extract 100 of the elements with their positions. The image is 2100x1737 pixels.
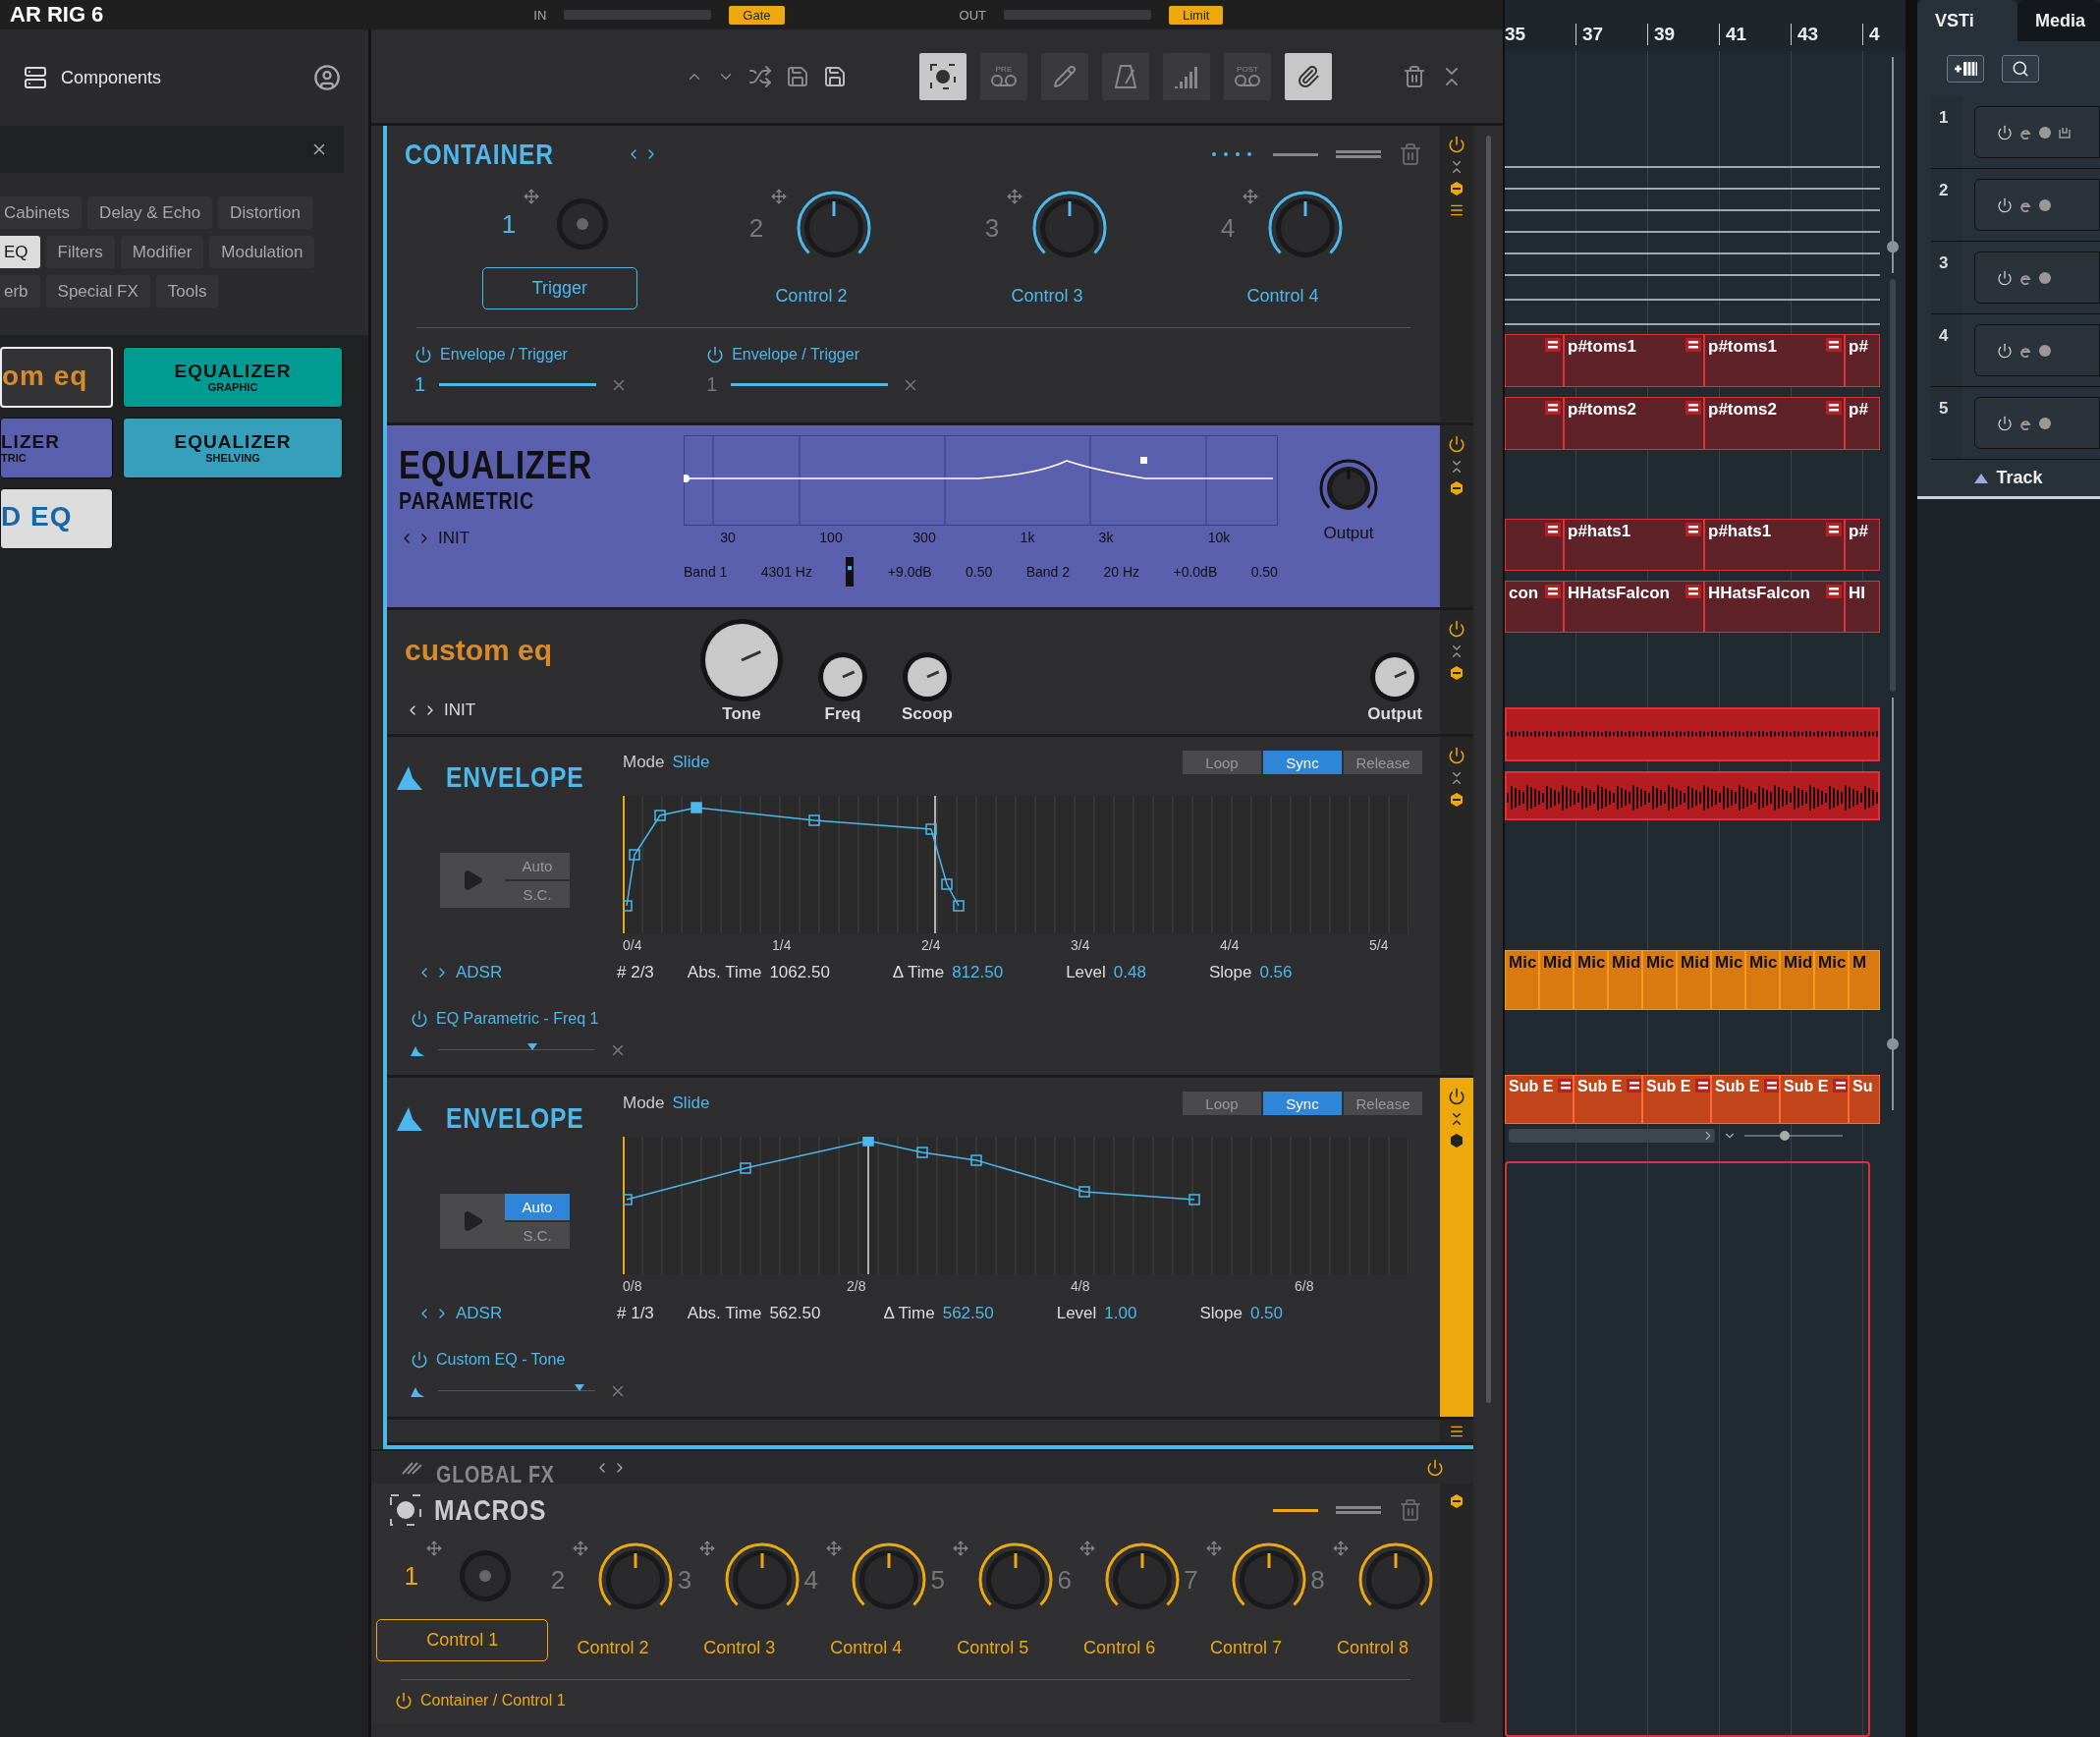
trigger-button[interactable]: Auto — [505, 853, 570, 879]
midi-clip[interactable]: Sub E — [1780, 1075, 1849, 1124]
module-tile[interactable]: EQUALIZER GRAPHIC — [123, 347, 343, 408]
midi-clip[interactable]: p#toms2 — [1564, 397, 1704, 450]
midi-clip[interactable]: Sub E — [1642, 1075, 1711, 1124]
menu-icon[interactable] — [1449, 202, 1464, 218]
band-parameter[interactable]: 0.50 — [1250, 564, 1278, 580]
knob[interactable] — [817, 651, 868, 702]
power-icon[interactable] — [1997, 342, 2013, 359]
midi-clip[interactable]: HI — [1845, 581, 1880, 633]
search-field[interactable] — [0, 126, 344, 173]
power-icon[interactable] — [411, 1351, 428, 1369]
trigger-button[interactable]: S.C. — [505, 881, 570, 908]
move-icon[interactable] — [1243, 189, 1259, 204]
move-icon[interactable] — [826, 1541, 843, 1556]
search-button[interactable] — [2002, 55, 2039, 83]
category-tag[interactable]: Cabinets — [0, 196, 83, 229]
toolbar-toggle[interactable]: POST — [1224, 52, 1271, 100]
power-icon[interactable] — [706, 346, 725, 364]
modulation-source[interactable]: Container / Control 1 — [420, 1692, 566, 1709]
midi-clip[interactable]: Mic — [1505, 950, 1539, 1010]
module-tile[interactable]: EQUALIZER SHELVING — [123, 418, 343, 478]
vertical-slider[interactable] — [1886, 57, 1900, 273]
eq-curve-graph[interactable] — [684, 435, 1278, 526]
knob[interactable] — [1369, 651, 1421, 702]
instrument-slot[interactable] — [1974, 179, 2100, 231]
mode-button[interactable]: Release — [1344, 1092, 1422, 1115]
category-tag[interactable]: Distortion — [218, 196, 312, 229]
hexagon-icon[interactable] — [1449, 792, 1464, 808]
move-icon[interactable] — [425, 1541, 442, 1556]
field-value[interactable]: 0.50 — [1249, 1304, 1283, 1323]
control-label[interactable]: Control 6 — [1063, 1627, 1177, 1669]
mode-button[interactable]: Sync — [1263, 1092, 1342, 1115]
power-icon[interactable] — [1997, 124, 2013, 140]
toolbar-toggle[interactable] — [1041, 52, 1088, 100]
midi-clip[interactable]: p# — [1845, 519, 1880, 571]
panel-tab[interactable]: Media — [2017, 0, 2100, 41]
delete-icon[interactable] — [1403, 64, 1426, 88]
power-icon[interactable] — [1448, 136, 1465, 153]
band-parameter[interactable]: Band 1 — [684, 564, 728, 580]
move-icon[interactable] — [771, 189, 788, 204]
layout-icon[interactable] — [1336, 1505, 1381, 1515]
module-tile[interactable]: om eq — [0, 347, 113, 408]
toolbar-toggle[interactable]: PRE — [980, 52, 1027, 100]
category-tag[interactable]: Delay & Echo — [87, 196, 213, 229]
band-parameter[interactable]: 0.50 — [966, 564, 993, 580]
power-icon[interactable] — [1426, 1458, 1444, 1477]
toolbar-toggle[interactable] — [1285, 52, 1332, 100]
move-icon[interactable] — [573, 1541, 589, 1556]
midi-clip[interactable]: Sub E — [1711, 1075, 1780, 1124]
field-value[interactable]: 562.50 — [769, 1304, 821, 1323]
layout-icon[interactable] — [1273, 1507, 1318, 1513]
module-tile[interactable]: LIZER TRIC — [0, 418, 113, 478]
knob[interactable] — [902, 651, 953, 702]
power-icon[interactable] — [411, 1010, 428, 1028]
move-icon[interactable] — [1078, 1541, 1095, 1556]
power-icon[interactable] — [414, 346, 432, 364]
power-icon[interactable] — [1997, 269, 2013, 286]
midi-clip[interactable]: Mic — [1711, 950, 1745, 1010]
band-parameter[interactable]: 20 Hz — [1103, 564, 1140, 580]
mode-button[interactable]: Loop — [1183, 1092, 1261, 1115]
menu-icon[interactable] — [1449, 1424, 1464, 1439]
field-value[interactable]: 1062.50 — [769, 963, 830, 982]
category-tag[interactable]: Modulation — [209, 236, 315, 268]
track-button[interactable]: Track — [1917, 460, 2100, 499]
modulation-amount[interactable]: 1 — [414, 373, 426, 396]
power-icon[interactable] — [1448, 747, 1465, 764]
hexagon-icon[interactable] — [1449, 1493, 1464, 1509]
mode-value[interactable]: Slide — [672, 753, 710, 772]
slider-marker[interactable] — [527, 1043, 537, 1051]
mode-button[interactable]: Sync — [1263, 751, 1342, 774]
move-icon[interactable] — [699, 1541, 716, 1556]
mode-value[interactable]: Slide — [672, 1093, 710, 1113]
preset-name[interactable]: INIT — [438, 529, 470, 548]
scrollbar[interactable] — [1485, 136, 1491, 1403]
midi-clip[interactable]: Mic — [1642, 950, 1677, 1010]
gate-button[interactable]: Gate — [729, 5, 785, 25]
freeze-icon[interactable] — [2038, 197, 2052, 212]
instrument-slot[interactable] — [1974, 324, 2100, 376]
midi-clip[interactable]: Mic — [1574, 950, 1608, 1010]
field-value[interactable]: 1.00 — [1104, 1304, 1137, 1323]
control-label[interactable]: Control 1 — [376, 1619, 549, 1661]
midi-clip[interactable]: Mid — [1539, 950, 1574, 1010]
preset-name[interactable]: ADSR — [456, 1304, 503, 1323]
limit-button[interactable]: Limit — [1169, 5, 1224, 25]
freeze-icon[interactable] — [2038, 125, 2052, 140]
hexagon-icon[interactable] — [1449, 480, 1464, 496]
shuffle-icon[interactable] — [748, 64, 772, 88]
midi-clip[interactable]: HHatsFalcon — [1564, 581, 1704, 633]
category-tag[interactable]: Modifier — [120, 236, 204, 268]
toolbar-toggle[interactable] — [919, 52, 967, 100]
modulation-source[interactable]: Envelope / Trigger — [440, 346, 568, 364]
power-icon[interactable] — [395, 1692, 413, 1709]
input-meter[interactable] — [564, 10, 712, 20]
field-value[interactable]: 0.48 — [1113, 963, 1146, 982]
category-tag[interactable]: erb — [0, 275, 40, 308]
band-parameter[interactable]: +9.0dB — [887, 564, 932, 580]
toolbar-toggle[interactable] — [1102, 52, 1149, 100]
zoom-slider[interactable] — [1744, 1130, 1843, 1142]
control-label[interactable]: Control 8 — [1315, 1627, 1429, 1669]
